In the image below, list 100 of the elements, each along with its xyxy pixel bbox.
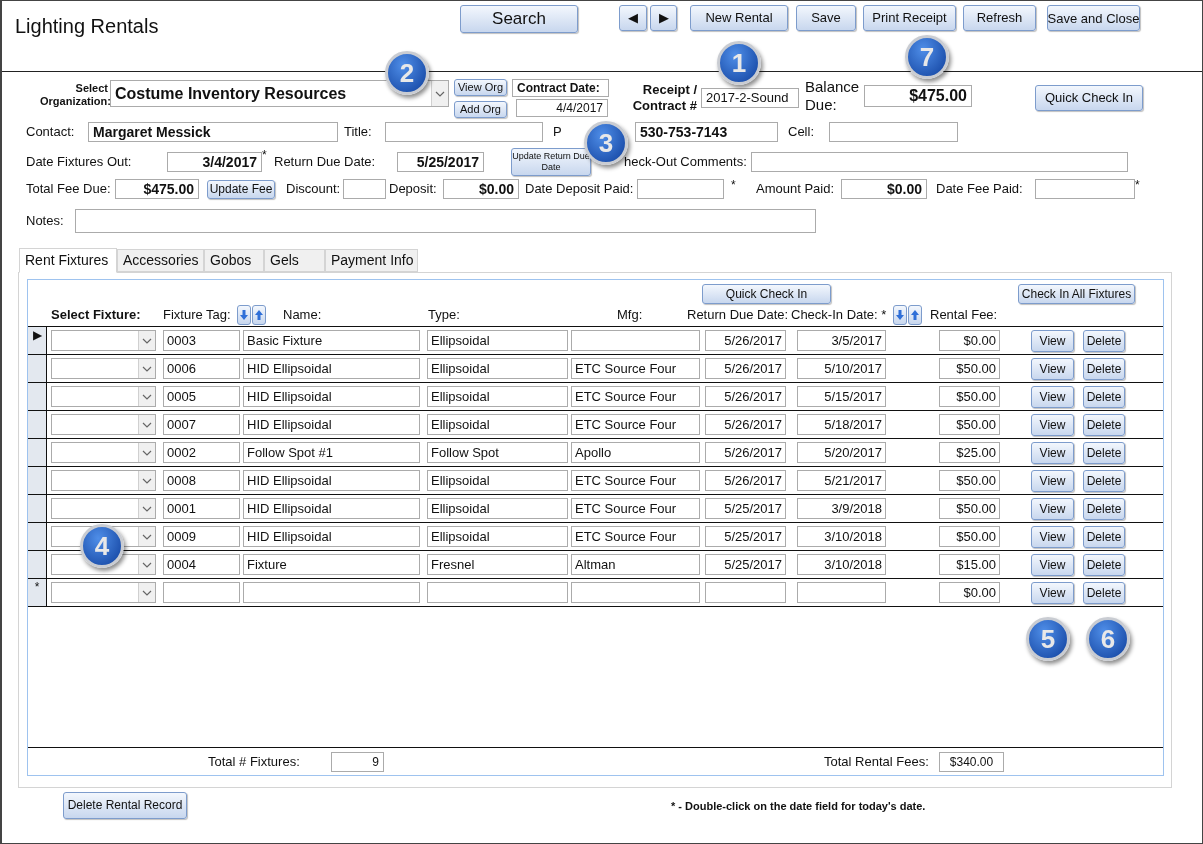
dropdown-field[interactable] xyxy=(51,414,156,435)
contract-date-field[interactable]: 4/4/2017 xyxy=(516,99,608,117)
record-selector[interactable] xyxy=(28,495,47,522)
input-field[interactable]: Margaret Messick xyxy=(88,122,338,142)
field-label: Date Deposit Paid: xyxy=(525,180,635,199)
view-org-button[interactable]: View Org xyxy=(454,79,507,96)
table-cell: Fresnel xyxy=(427,554,568,575)
tab[interactable]: Accessories xyxy=(117,249,204,272)
input-field[interactable] xyxy=(343,179,386,199)
view-button[interactable]: View xyxy=(1031,497,1074,520)
previous-button[interactable]: ◀ xyxy=(619,5,647,31)
delete-button[interactable]: Delete xyxy=(1083,357,1125,380)
delete-button[interactable]: Delete xyxy=(1083,525,1125,548)
next-button[interactable]: ▶ xyxy=(650,5,677,31)
chevron-down-icon xyxy=(142,449,152,456)
delete-button[interactable]: Delete xyxy=(1083,497,1125,520)
record-selector[interactable] xyxy=(28,411,47,438)
update-button[interactable]: Update Fee xyxy=(207,179,275,199)
add-org-button[interactable]: Add Org xyxy=(454,101,507,118)
input-field[interactable] xyxy=(829,122,958,142)
sort-descending-button[interactable] xyxy=(893,305,907,325)
record-selector[interactable] xyxy=(28,439,47,466)
input-field[interactable]: 5/25/2017 xyxy=(397,152,484,172)
input-field[interactable]: $0.00 xyxy=(443,179,519,199)
input-field[interactable] xyxy=(637,179,724,199)
view-button[interactable]: View xyxy=(1031,525,1074,548)
delete-button[interactable]: Delete xyxy=(1083,469,1125,492)
input-field[interactable] xyxy=(385,122,543,142)
sort-descending-button[interactable] xyxy=(237,305,251,325)
tab[interactable]: Payment Info xyxy=(325,249,418,272)
receipt-number-field[interactable]: 2017-2-Sound xyxy=(701,88,799,108)
field-label: Contact: xyxy=(26,123,76,142)
input-field[interactable] xyxy=(75,209,816,233)
print-receipt-button[interactable]: Print Receipt xyxy=(863,5,956,31)
view-button[interactable]: View xyxy=(1031,413,1074,436)
table-cell: ETC Source Four xyxy=(571,526,700,547)
new-rental-button[interactable]: New Rental xyxy=(690,5,788,31)
record-selector[interactable] xyxy=(28,355,47,382)
input-field[interactable]: 530-753-7143 xyxy=(635,122,778,142)
table-cell: HID Ellipsoidal xyxy=(243,358,420,379)
footnote: * - Double-click on the date field for today's date. xyxy=(671,798,926,814)
table-cell: HID Ellipsoidal xyxy=(243,498,420,519)
search-button[interactable]: Search xyxy=(460,5,578,33)
view-button[interactable]: View xyxy=(1031,329,1074,352)
input-field[interactable]: $475.00 xyxy=(115,179,199,199)
view-button[interactable]: View xyxy=(1031,357,1074,380)
record-selector[interactable]: * xyxy=(28,579,47,606)
sort-ascending-button[interactable] xyxy=(252,305,266,325)
dropdown-field[interactable] xyxy=(51,442,156,463)
delete-button[interactable]: Delete xyxy=(1083,581,1125,604)
table-cell: ETC Source Four xyxy=(571,470,700,491)
view-button[interactable]: View xyxy=(1031,441,1074,464)
delete-button[interactable]: Delete xyxy=(1083,329,1125,352)
column-header: Fixture Tag: xyxy=(163,306,232,325)
input-field[interactable] xyxy=(1035,179,1135,199)
view-button[interactable]: View xyxy=(1031,385,1074,408)
delete-button[interactable]: Delete xyxy=(1083,553,1125,576)
record-selector[interactable] xyxy=(28,523,47,550)
update-button[interactable]: Update Return Due Date xyxy=(511,148,591,176)
sort-ascending-button[interactable] xyxy=(908,305,922,325)
view-button[interactable]: View xyxy=(1031,553,1074,576)
quick-check-in-button[interactable]: Quick Check In xyxy=(1035,85,1143,111)
delete-button[interactable]: Delete xyxy=(1083,441,1125,464)
view-button[interactable]: View xyxy=(1031,581,1074,604)
refresh-button[interactable]: Refresh xyxy=(963,5,1036,31)
quick-check-in-button[interactable]: Quick Check In xyxy=(702,283,831,304)
field-label: Total Fee Due: xyxy=(26,180,112,199)
delete-button[interactable]: Delete xyxy=(1083,385,1125,408)
delete-record-button[interactable]: Delete Rental Record xyxy=(63,791,187,819)
table-cell: 5/25/2017 xyxy=(705,554,786,575)
table-cell: Follow Spot #1 xyxy=(243,442,420,463)
dropdown-field[interactable] xyxy=(51,330,156,351)
record-selector[interactable] xyxy=(28,467,47,494)
delete-button[interactable]: Delete xyxy=(1083,413,1125,436)
dropdown-field[interactable] xyxy=(51,582,156,603)
dropdown-field[interactable] xyxy=(51,386,156,407)
total-fees-label: Total Rental Fees: xyxy=(824,752,930,771)
field-label: heck-Out Comments: xyxy=(624,153,748,172)
input-field[interactable]: 3/4/2017 xyxy=(167,152,262,172)
input-field[interactable] xyxy=(751,152,1128,172)
chevron-down-icon xyxy=(142,477,152,484)
table-cell: 0006 xyxy=(163,358,240,379)
record-selector[interactable]: ▶ xyxy=(28,327,47,354)
save-and-close-button[interactable]: Save and Close xyxy=(1047,5,1140,31)
table-cell: 0001 xyxy=(163,498,240,519)
check-in-all-button[interactable]: Check In All Fixtures xyxy=(1018,283,1135,304)
tab[interactable]: Rent Fixtures xyxy=(19,248,117,273)
record-selector[interactable] xyxy=(28,551,47,578)
tab[interactable]: Gobos xyxy=(204,249,264,272)
table-cell: $50.00 xyxy=(939,414,1000,435)
column-header: Mfg: xyxy=(617,306,644,325)
table-cell: 3/10/2018 xyxy=(797,554,886,575)
dropdown-field[interactable] xyxy=(51,498,156,519)
save-button[interactable]: Save xyxy=(796,5,856,31)
record-selector[interactable] xyxy=(28,383,47,410)
tab[interactable]: Gels xyxy=(264,249,325,272)
dropdown-field[interactable] xyxy=(51,358,156,379)
view-button[interactable]: View xyxy=(1031,469,1074,492)
dropdown-field[interactable] xyxy=(51,470,156,491)
input-field[interactable]: $0.00 xyxy=(841,179,927,199)
